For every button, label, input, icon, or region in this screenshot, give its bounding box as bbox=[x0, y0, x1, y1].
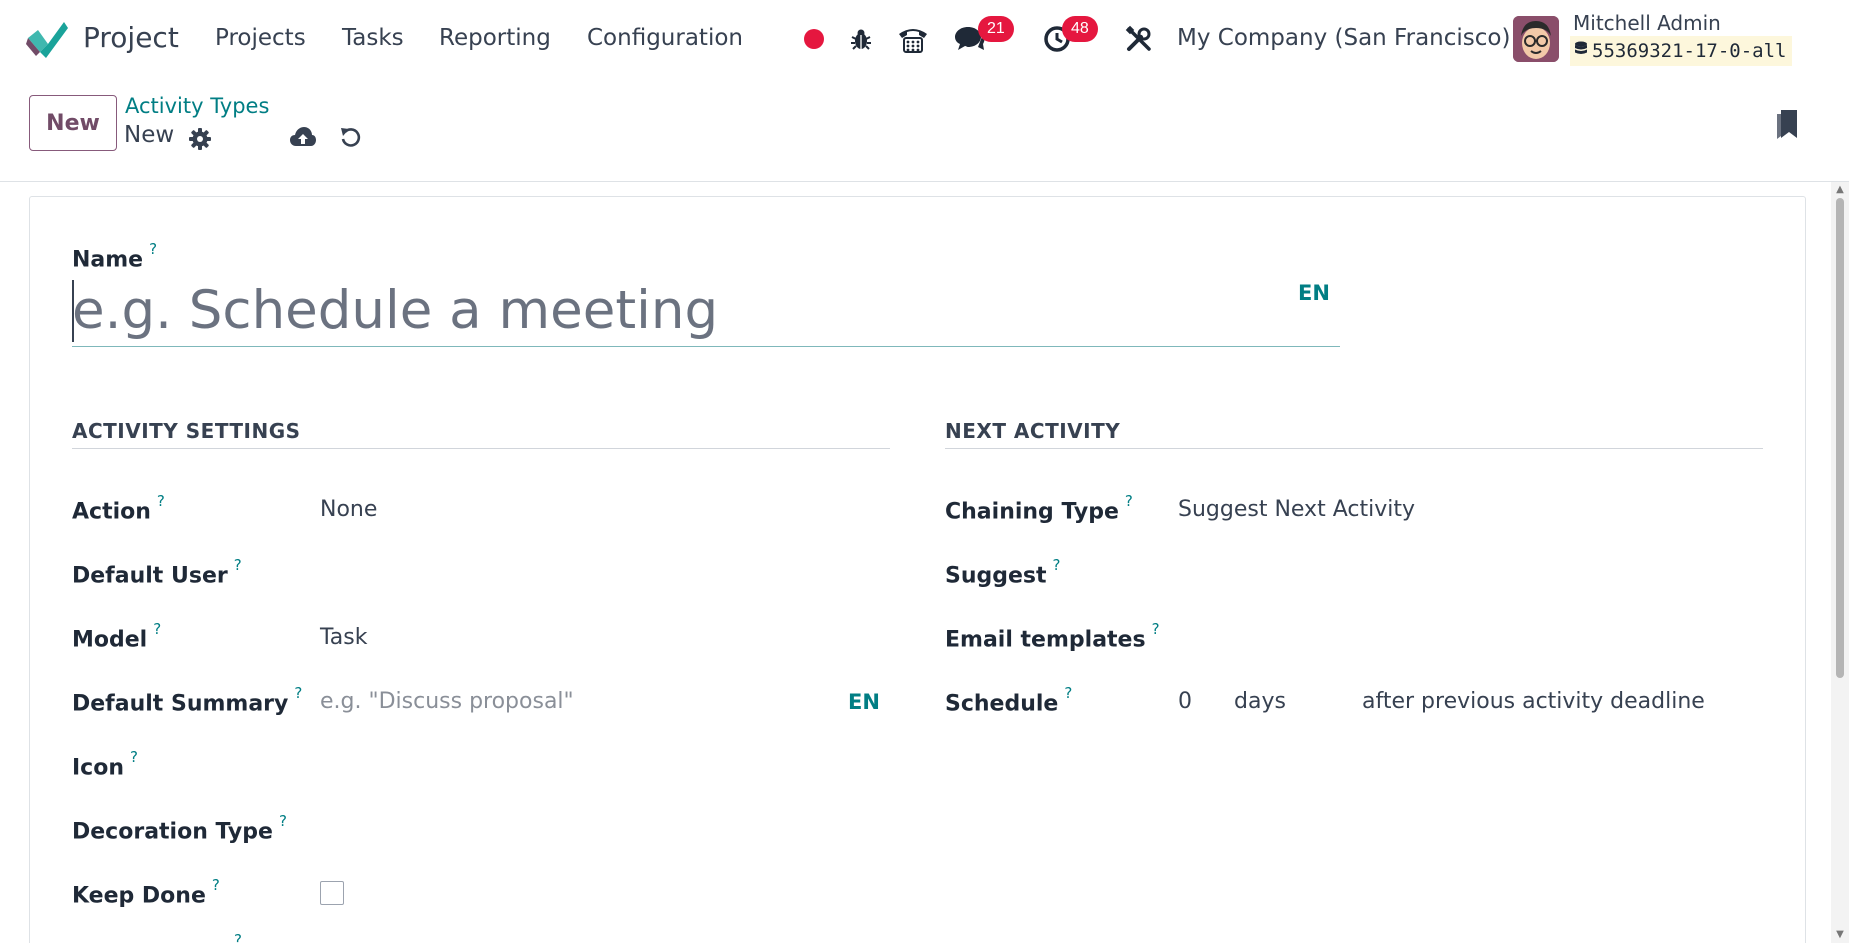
keep-done-checkbox[interactable] bbox=[320, 881, 344, 905]
schedule-unit-select[interactable]: days bbox=[1234, 689, 1286, 714]
suggest-field[interactable] bbox=[1178, 556, 1758, 588]
gear-icon[interactable] bbox=[187, 126, 213, 152]
default-summary-input[interactable]: e.g. "Discuss proposal" bbox=[320, 689, 574, 714]
name-help-icon[interactable]: ? bbox=[149, 240, 157, 258]
keep-done-label: Keep Done? bbox=[72, 876, 220, 909]
icon-label: Icon? bbox=[72, 748, 138, 781]
activities-count-badge: 48 bbox=[1062, 16, 1098, 42]
control-panel: New Activity Types New bbox=[0, 78, 1849, 182]
email-templates-label: Email templates? bbox=[945, 620, 1160, 653]
model-label: Model? bbox=[72, 620, 162, 653]
keep-done-help-icon[interactable]: ? bbox=[212, 876, 220, 894]
menu-configuration[interactable]: Configuration bbox=[587, 25, 743, 51]
menu-tasks[interactable]: Tasks bbox=[342, 25, 404, 51]
icon-help-icon[interactable]: ? bbox=[130, 748, 138, 766]
project-app-logo[interactable] bbox=[26, 20, 68, 58]
default-user-help-icon[interactable]: ? bbox=[234, 556, 242, 574]
name-language-button[interactable]: EN bbox=[1298, 281, 1330, 305]
breadcrumb-current: New bbox=[124, 122, 175, 148]
phone-icon[interactable] bbox=[896, 22, 930, 56]
default-summary-language-button[interactable]: EN bbox=[848, 690, 880, 714]
company-switcher[interactable]: My Company (San Francisco) bbox=[1177, 25, 1510, 51]
user-avatar[interactable] bbox=[1513, 16, 1559, 62]
section-divider bbox=[945, 448, 1763, 449]
action-label: Action? bbox=[72, 492, 165, 525]
schedule-delay-input[interactable]: 0 bbox=[1178, 689, 1192, 714]
app-name[interactable]: Project bbox=[83, 21, 179, 54]
email-templates-field[interactable] bbox=[1178, 620, 1758, 652]
default-user-field[interactable] bbox=[320, 556, 870, 588]
breadcrumb-activity-types[interactable]: Activity Types bbox=[125, 94, 269, 118]
schedule-from-select[interactable]: after previous activity deadline bbox=[1362, 689, 1705, 714]
database-tag: 55369321-17-0-all bbox=[1570, 36, 1793, 66]
scrollbar-thumb[interactable] bbox=[1836, 198, 1844, 678]
action-help-icon[interactable]: ? bbox=[157, 492, 165, 510]
scroll-up-arrow[interactable]: ▲ bbox=[1834, 184, 1846, 195]
section-activity-settings: ACTIVITY SETTINGS bbox=[72, 419, 301, 443]
schedule-label: Schedule? bbox=[945, 684, 1073, 717]
chaining-type-label: Chaining Type? bbox=[945, 492, 1133, 525]
messages-count-badge: 21 bbox=[978, 16, 1014, 42]
model-help-icon[interactable]: ? bbox=[153, 620, 161, 638]
icon-field[interactable] bbox=[320, 748, 870, 780]
name-input[interactable] bbox=[72, 275, 1340, 347]
default-summary-label: Default Summary? bbox=[72, 684, 303, 717]
decoration-type-field[interactable] bbox=[320, 812, 870, 844]
database-name: 55369321-17-0-all bbox=[1592, 40, 1787, 62]
section-divider bbox=[72, 448, 890, 449]
default-user-label: Default User? bbox=[72, 556, 242, 589]
section-next-activity: NEXT ACTIVITY bbox=[945, 419, 1121, 443]
email-templates-help-icon[interactable]: ? bbox=[1152, 620, 1160, 638]
menu-projects[interactable]: Projects bbox=[215, 25, 306, 51]
name-label: Name? bbox=[72, 240, 158, 273]
settings-tools-icon[interactable] bbox=[1124, 22, 1154, 56]
action-select[interactable]: None bbox=[320, 497, 377, 522]
new-button[interactable]: New bbox=[29, 95, 117, 151]
decoration-type-help-icon[interactable]: ? bbox=[279, 812, 287, 830]
default-summary-help-icon[interactable]: ? bbox=[294, 684, 302, 702]
discard-undo-icon[interactable] bbox=[338, 124, 364, 150]
model-select[interactable]: Task bbox=[320, 625, 367, 650]
user-name[interactable]: Mitchell Admin bbox=[1573, 11, 1721, 35]
text-cursor bbox=[72, 280, 74, 342]
chaining-type-help-icon[interactable]: ? bbox=[1125, 492, 1133, 510]
scroll-down-arrow[interactable]: ▼ bbox=[1834, 929, 1846, 940]
top-navbar: Project Projects Tasks Reporting Configu… bbox=[0, 0, 1849, 78]
bug-icon[interactable] bbox=[848, 22, 874, 56]
next-field-help-icon: ? bbox=[234, 931, 242, 943]
save-cloud-icon[interactable] bbox=[289, 124, 317, 150]
suggest-label: Suggest? bbox=[945, 556, 1061, 589]
bookmark-icon[interactable] bbox=[1774, 108, 1800, 140]
recording-dot-icon[interactable] bbox=[802, 22, 826, 56]
database-icon bbox=[1574, 40, 1588, 62]
menu-reporting[interactable]: Reporting bbox=[439, 25, 551, 51]
decoration-type-label: Decoration Type? bbox=[72, 812, 287, 845]
suggest-help-icon[interactable]: ? bbox=[1053, 556, 1061, 574]
schedule-help-icon[interactable]: ? bbox=[1064, 684, 1072, 702]
chaining-type-select[interactable]: Suggest Next Activity bbox=[1178, 497, 1415, 522]
